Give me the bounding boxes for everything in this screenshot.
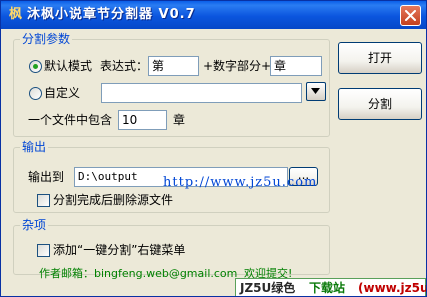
watermark-part-3: (www.jz5u.com) bbox=[358, 281, 426, 295]
custom-dropdown-button[interactable] bbox=[306, 82, 326, 101]
expression-label: 表达式： bbox=[100, 59, 149, 73]
number-part-label: +数字部分+ bbox=[203, 59, 272, 73]
split-params-group: 分割参数 默认模式 表达式： 第 +数字部分+ 章 自定义 一个文件中包含 10… bbox=[13, 32, 330, 137]
app-icon: 枫 bbox=[8, 7, 22, 22]
chapters-per-file-label: 一个文件中包含 bbox=[28, 113, 113, 127]
website-link[interactable]: http://www.jz5u.com bbox=[163, 175, 317, 190]
site-watermark: JZ5U绿色 下载站 (www.jz5u.com) bbox=[235, 278, 426, 296]
expression-input[interactable]: 第 bbox=[148, 56, 199, 76]
watermark-part-2: 下载站 bbox=[309, 281, 346, 295]
misc-group-label: 杂项 bbox=[20, 218, 49, 232]
open-button[interactable]: 打开 bbox=[338, 42, 422, 74]
main-window: 枫 沐枫小说章节分割器 V0.7 分割参数 默认模式 表达式： 第 +数字部分+… bbox=[0, 0, 427, 297]
default-mode-label: 默认模式 bbox=[44, 59, 93, 73]
chapters-unit-label: 章 bbox=[173, 113, 186, 127]
context-menu-label: 添加“一键分割”右键菜单 bbox=[53, 243, 186, 257]
split-params-group-label: 分割参数 bbox=[20, 32, 73, 46]
default-mode-radio[interactable] bbox=[29, 60, 42, 73]
custom-mode-label: 自定义 bbox=[44, 86, 81, 100]
author-email-text: 作者邮箱：bingfeng.web@gmail.com bbox=[39, 267, 238, 280]
chapters-per-file-input[interactable]: 10 bbox=[118, 110, 167, 130]
context-menu-checkbox[interactable] bbox=[37, 244, 50, 257]
output-group-label: 输出 bbox=[20, 140, 49, 154]
radio-selected-dot bbox=[33, 64, 38, 69]
close-button[interactable] bbox=[400, 5, 421, 26]
split-button[interactable]: 分割 bbox=[338, 88, 422, 120]
title-bar[interactable]: 枫 沐枫小说章节分割器 V0.7 bbox=[1, 1, 426, 29]
dropdown-arrow-icon bbox=[311, 88, 320, 94]
close-icon bbox=[405, 10, 416, 21]
watermark-part-1: JZ5U绿色 bbox=[240, 281, 296, 295]
suffix-input[interactable]: 章 bbox=[270, 56, 322, 76]
window-title: 沐枫小说章节分割器 V0.7 bbox=[27, 7, 196, 22]
custom-expression-input[interactable] bbox=[101, 83, 302, 103]
delete-source-checkbox[interactable] bbox=[37, 194, 50, 207]
custom-mode-radio[interactable] bbox=[29, 87, 42, 100]
delete-source-label: 分割完成后删除源文件 bbox=[53, 193, 174, 207]
output-to-label: 输出到 bbox=[28, 170, 65, 184]
